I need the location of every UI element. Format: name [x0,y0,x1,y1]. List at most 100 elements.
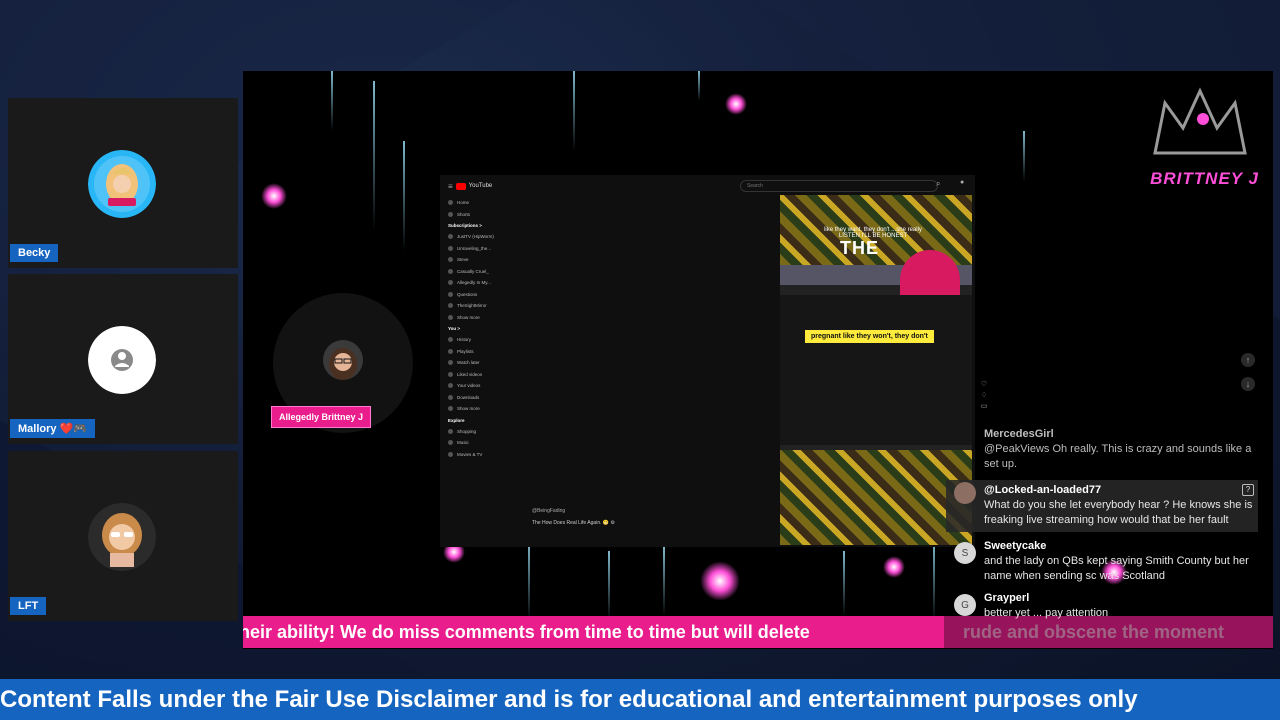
sidebar-item-icon [448,406,453,412]
yt-sidebar-item[interactable]: Downloads [440,392,518,404]
yt-sidebar-section-header[interactable]: You > [440,323,518,334]
yt-sidebar-item[interactable]: TheSightMirror [440,300,518,312]
yt-sidebar-item[interactable]: Steve [440,254,518,266]
host-name-tag: Allegedly Brittney J [271,406,372,428]
sidebar-item-icon [448,257,453,263]
light-streak [933,541,935,621]
chat-username: @Locked-an-loaded77 [984,484,1102,496]
yt-sidebar-item[interactable]: Show more [440,312,518,324]
yt-sidebar-label: Show more [457,406,480,412]
yt-sidebar-item[interactable]: History [440,334,518,346]
yt-sidebar-label: Show more [457,314,480,320]
yt-sidebar-label: Subscriptions > [448,223,482,228]
yt-sidebar-item[interactable]: Your videos [440,380,518,392]
yt-sidebar-label: TheSightMirror [457,303,487,309]
yt-sidebar-label: Questions [457,291,478,297]
yt-sidebar: Home Shorts Subscriptions > JustTV (HipWorm… [440,197,518,460]
help-icon[interactable]: ? [1242,484,1254,496]
yt-sidebar-item[interactable]: Liked videos [440,369,518,381]
chat-text: @PeakViews Oh really. This is crazy and … [984,443,1252,470]
channel-name[interactable]: @BeingFading [532,508,615,514]
yt-sidebar-label: You > [448,326,461,331]
video-nested-screen [780,295,972,445]
hamburger-menu-icon[interactable]: ≡ [448,182,453,191]
chat-scroll-controls: ↑ ↓ [1241,353,1255,391]
yt-search-input[interactable]: Search [740,180,938,192]
crown-logo [1153,87,1247,155]
yt-sidebar-item[interactable]: Unraveling_the... [440,243,518,255]
yt-sidebar-label: Casually Cruel_ [457,268,489,274]
chat-message: S Sweetycake and the lady on QBs kept sa… [946,540,1258,584]
sidebar-item-icon [448,428,453,434]
video-channel: @BeingFading The How Does Real Life Agai… [532,508,615,526]
brand-logo-text: BRITTNEY J [1150,169,1259,188]
chat-message: G Grayperl better yet ... pay attention [946,592,1258,621]
comment-icon[interactable]: ▭ [980,403,988,411]
chat-avatar: G [954,594,976,616]
sidebar-item-icon [448,371,453,377]
participant-tile-lft[interactable]: LFT [8,451,238,621]
sidebar-item-icon [448,303,453,309]
sidebar-item-icon [448,337,453,343]
chat-text: What do you she let everybody hear ? He … [984,499,1253,526]
chat-username: Grayperl [984,592,1030,604]
host-video [323,340,363,380]
yt-sidebar-item[interactable]: Show more [440,403,518,415]
yt-sidebar-item[interactable]: Home [440,197,518,209]
microphone-icon[interactable]: ● [960,179,964,186]
sidebar-item-icon [448,440,453,446]
participant-tile-mallory[interactable]: Mallory ❤️🎮 [8,274,238,444]
participant-name: Becky [10,244,59,262]
light-streak [528,541,530,621]
like-icon[interactable]: ♡ [980,381,988,389]
sidebar-item-icon [448,394,453,400]
youtube-wordmark: YouTube [468,183,493,189]
yt-sidebar-item[interactable]: Allegedly In My... [440,277,518,289]
yt-sidebar-label: Allegedly In My... [457,280,491,286]
light-streak [373,81,375,231]
main-stage: BRITTNEY J Allegedly Brittney J ≡ YouTub… [243,71,1273,649]
participant-name: Mallory ❤️🎮 [10,419,95,438]
yt-sidebar-item[interactable]: Questions [440,289,518,301]
video-title[interactable]: The How Does Real Life Again. 😬 ⚙ [532,520,615,526]
yt-sidebar-item[interactable]: Movies & TV [440,449,518,461]
yt-sidebar-label: History [457,337,472,343]
light-glow [261,183,287,209]
youtube-logo[interactable]: ≡ YouTube [448,182,492,191]
light-glow [725,93,747,115]
light-streak [663,546,665,616]
video-caption: pregnant like they won't, they don't [805,330,934,343]
search-icon[interactable]: ⌕ [936,179,940,189]
light-streak [573,71,575,151]
sidebar-item-icon [448,383,453,389]
yt-sidebar-label: Watch later [457,360,480,366]
yt-header: ≡ YouTube Search ⌕ ● [440,175,975,197]
chat-avatar: S [954,542,976,564]
yt-sidebar-item[interactable]: Shorts [440,209,518,221]
yt-sidebar-label: Music [457,440,469,446]
chat-text: better yet ... pay attention [984,607,1109,619]
yt-sidebar-section-header[interactable]: Explore [440,415,518,426]
chat-username: Sweetycake [984,540,1047,552]
yt-sidebar-item[interactable]: Music [440,437,518,449]
sidebar-item-icon [448,200,453,206]
yt-sidebar-item[interactable]: Casually Cruel_ [440,266,518,278]
ticker-text: heir ability! We do miss comments from t… [243,622,810,642]
participant-tile-becky[interactable]: Becky [8,98,238,268]
yt-sidebar-item[interactable]: Shopping [440,426,518,438]
yt-sidebar-item[interactable]: JustTV (HipWorm) [440,231,518,243]
yt-sidebar-label: JustTV (HipWorm) [457,234,494,240]
video-player[interactable]: like they want, they don't ...she really… [780,195,972,545]
yt-sidebar-section-header[interactable]: Subscriptions > [440,220,518,231]
yt-sidebar-label: Shorts [457,211,471,217]
chat-username: MercedesGirl [984,428,1054,440]
yt-sidebar-item[interactable]: Watch later [440,357,518,369]
dislike-icon[interactable]: ♢ [980,392,988,400]
arrow-down-icon[interactable]: ↓ [1241,377,1255,391]
sidebar-item-icon [448,451,453,457]
yt-sidebar-label: Explore [448,417,465,423]
yt-sidebar-item[interactable]: Playlists [440,346,518,358]
arrow-up-icon[interactable]: ↑ [1241,353,1255,367]
chat-message-highlighted: ? @Locked-an-loaded77 What do you she le… [946,480,1258,532]
light-streak [1023,131,1025,181]
